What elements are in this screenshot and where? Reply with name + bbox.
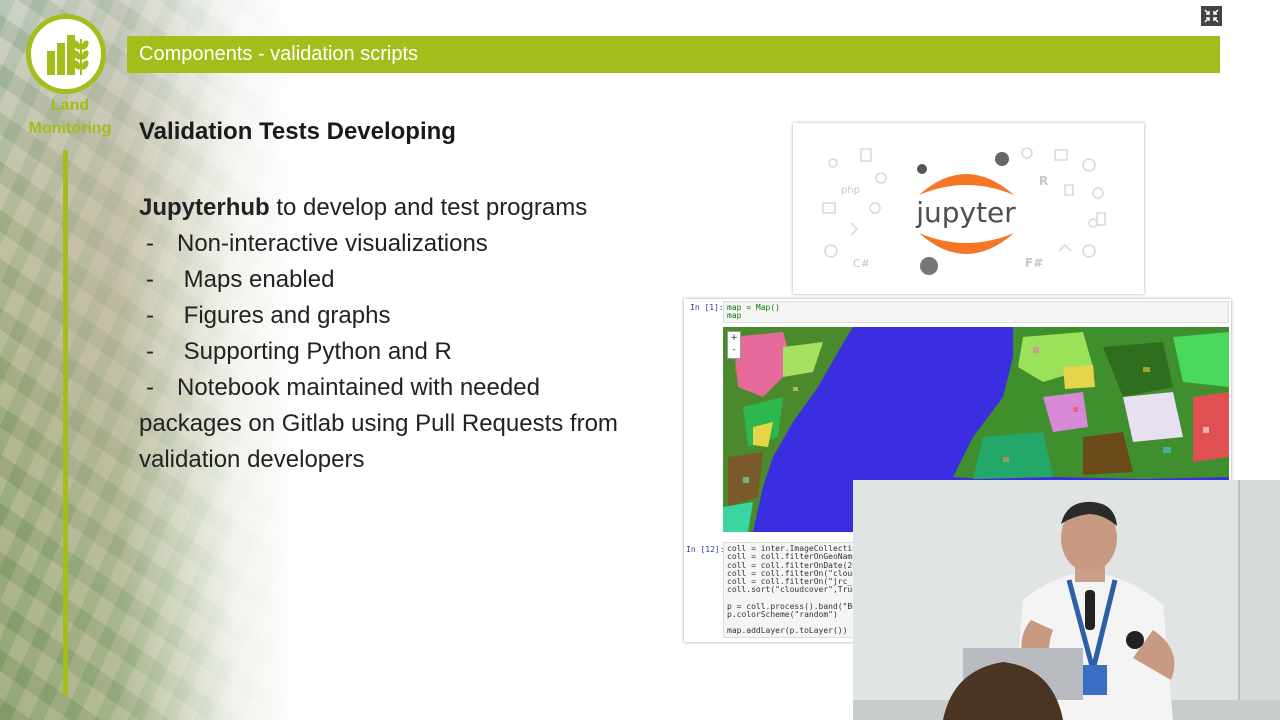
cell-prompt: In [12]: xyxy=(686,545,725,554)
code-cell[interactable]: map = Map() map xyxy=(723,301,1229,323)
zoom-out-button[interactable]: - xyxy=(728,344,740,356)
jupyter-logo-panel: php C# F# R jupyter xyxy=(793,123,1144,294)
svg-text:R: R xyxy=(1039,174,1048,188)
svg-text:F#: F# xyxy=(1025,256,1043,270)
svg-text:php: php xyxy=(841,185,860,196)
bullet-text: Supporting Python and R xyxy=(183,338,452,365)
exit-fullscreen-icon[interactable] xyxy=(1201,6,1222,26)
code-line: map = Map() xyxy=(727,303,780,312)
bullet-item: - Supporting Python and R xyxy=(139,334,699,370)
svg-text:C#: C# xyxy=(853,257,870,270)
cell-prompt: In [1]: xyxy=(690,303,724,312)
bullet-item: - Notebook maintained with needed xyxy=(139,370,699,406)
slide-title: Components - validation scripts xyxy=(127,36,1220,73)
bullet-text: Non-interactive visualizations xyxy=(177,230,488,257)
intro-line: Jupyterhub to develop and test programs xyxy=(139,190,699,226)
bullet-text: Notebook maintained with needed xyxy=(177,374,540,401)
bullet-item: - Figures and graphs xyxy=(139,298,699,334)
bullet-marker: - xyxy=(146,374,154,401)
continuation-line: validation developers xyxy=(139,446,365,473)
slide-body: Jupyterhub to develop and test programs … xyxy=(139,190,699,478)
bullet-marker: - xyxy=(146,230,154,257)
code-line: map xyxy=(727,311,742,321)
intro-rest: to develop and test programs xyxy=(269,194,588,221)
bullet-text: Maps enabled xyxy=(183,266,335,293)
bullet-item: - Non-interactive visualizations xyxy=(139,226,699,262)
speaker-video xyxy=(853,480,1280,720)
speaker-figure xyxy=(853,480,1280,720)
intro-bold: Jupyterhub xyxy=(139,194,270,221)
wheat-bar-chart-icon xyxy=(47,35,89,75)
bullet-item: - Maps enabled xyxy=(139,262,699,298)
jupyter-wordmark: jupyter xyxy=(915,196,1016,229)
logo-line-1: Land xyxy=(50,97,90,114)
accent-divider xyxy=(63,150,68,695)
bullet-marker: - xyxy=(146,338,154,365)
bullet-text: Figures and graphs xyxy=(183,302,391,329)
map-zoom-control[interactable]: + - xyxy=(727,331,741,359)
continuation-line: packages on Gitlab using Pull Requests f… xyxy=(139,410,618,437)
land-monitoring-logo xyxy=(26,14,106,94)
logo-text: Land Monitoring xyxy=(20,94,120,140)
bullet-marker: - xyxy=(146,302,154,329)
logo-line-2: Monitoring xyxy=(28,120,112,137)
zoom-in-button[interactable]: + xyxy=(728,332,740,344)
bullet-marker: - xyxy=(146,266,154,293)
section-heading: Validation Tests Developing xyxy=(139,118,456,145)
jupyter-logo-icon: php C# F# R jupyter xyxy=(822,147,1106,275)
